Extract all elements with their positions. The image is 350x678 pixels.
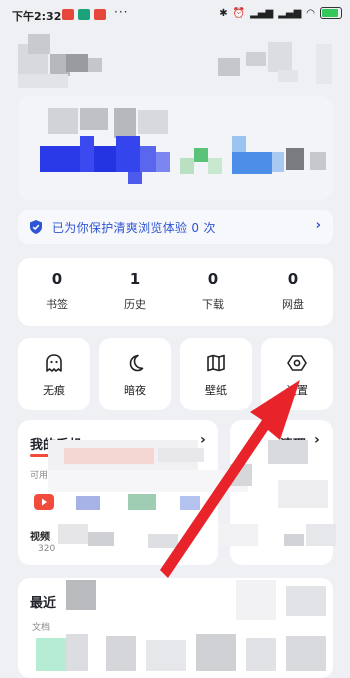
stat-label: 下载 xyxy=(202,298,224,311)
incognito-button[interactable]: 无痕 xyxy=(18,338,90,410)
status-time: 下午2:32 xyxy=(12,10,62,23)
dark-mode-button[interactable]: 暗夜 xyxy=(99,338,171,410)
profile-header-blurred[interactable] xyxy=(18,34,333,94)
stat-value: 0 xyxy=(51,270,63,288)
stat-cloud-drive[interactable]: 0 网盘 xyxy=(254,270,332,312)
stat-value: 1 xyxy=(129,270,141,288)
stat-bookmarks[interactable]: 0 书签 xyxy=(18,270,96,312)
hexagon-settings-icon xyxy=(287,355,307,371)
stat-label: 历史 xyxy=(124,298,146,311)
shield-icon xyxy=(30,220,42,234)
quick-label: 壁纸 xyxy=(205,384,227,397)
more-notifications-icon: ··· xyxy=(114,5,129,19)
app-notification-icon xyxy=(94,9,106,20)
cards-content-blurred xyxy=(48,440,338,570)
ghost-icon xyxy=(46,354,62,372)
app-notification-icon xyxy=(62,9,74,20)
chevron-right-icon: › xyxy=(315,218,321,233)
stat-history[interactable]: 1 历史 xyxy=(96,270,174,312)
battery-icon xyxy=(320,7,342,19)
stats-card: 0 书签 1 历史 0 下载 0 网盘 xyxy=(18,258,333,326)
item-label: 视频 xyxy=(30,532,50,543)
quick-label: 无痕 xyxy=(43,384,65,397)
settings-button[interactable]: 设置 xyxy=(261,338,333,410)
ad-protection-banner[interactable]: 已为你保护清爽浏览体验 0 次 › xyxy=(18,210,333,244)
system-status-icons: ✱ ⏰ ▂▄▆ ▂▄▆ ◠ xyxy=(219,7,342,19)
quick-label: 设置 xyxy=(286,384,308,397)
signal-icon: ▂▄▆ xyxy=(250,7,274,19)
alarm-icon: ⏰ xyxy=(232,7,246,19)
member-banner-blurred[interactable] xyxy=(18,96,333,200)
stat-value: 0 xyxy=(287,270,299,288)
stat-label: 网盘 xyxy=(282,298,304,311)
app-notification-icon xyxy=(78,9,90,20)
recent-content-blurred xyxy=(36,580,336,671)
stat-value: 0 xyxy=(207,270,219,288)
moon-icon xyxy=(129,354,144,372)
signal-icon: ▂▄▆ xyxy=(278,7,302,19)
stat-downloads[interactable]: 0 下载 xyxy=(174,270,252,312)
map-book-icon xyxy=(207,354,225,372)
protection-count-text: 已为你保护清爽浏览体验 0 次 xyxy=(52,220,216,235)
card-subtitle: 可用 xyxy=(30,471,49,481)
quick-label: 暗夜 xyxy=(124,384,146,397)
bluetooth-icon: ✱ xyxy=(219,7,228,19)
wallpaper-button[interactable]: 壁纸 xyxy=(180,338,252,410)
stat-label: 书签 xyxy=(46,298,68,311)
wifi-icon: ◠ xyxy=(306,7,315,19)
